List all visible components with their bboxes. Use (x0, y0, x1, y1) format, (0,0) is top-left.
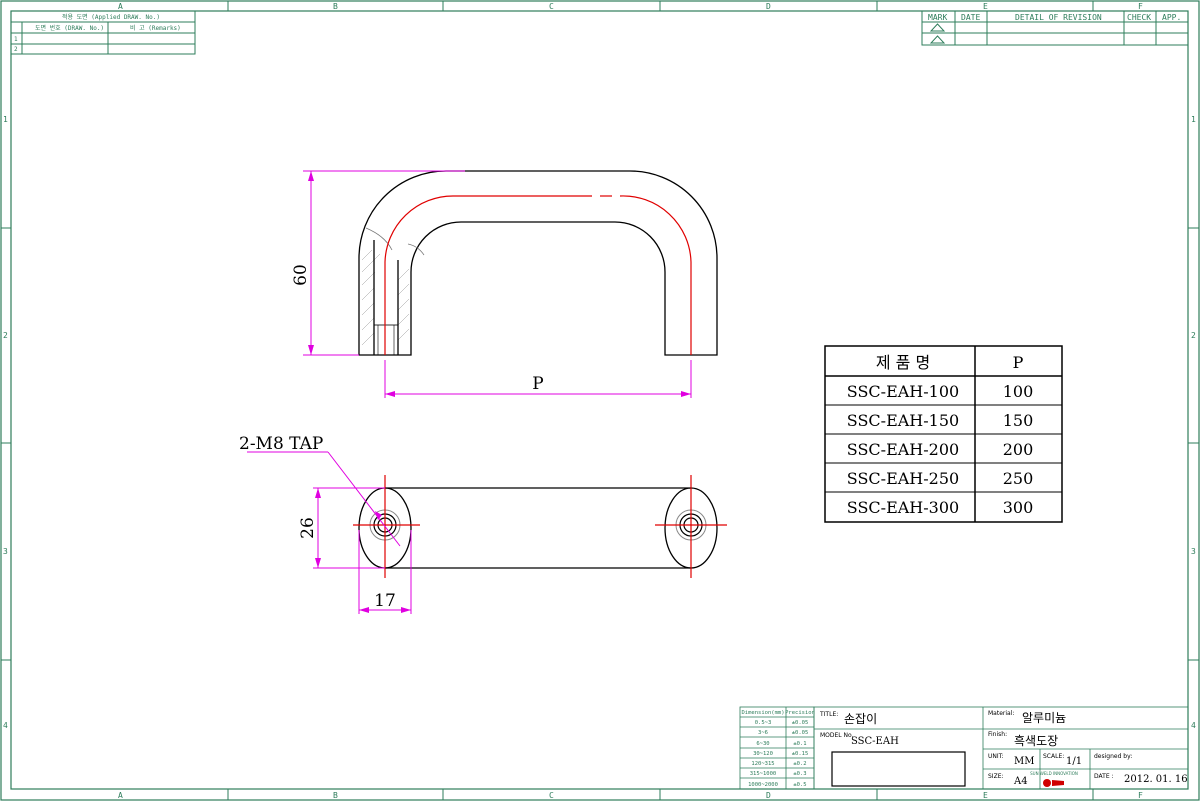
revision-table: MARK DATE DETAIL OF REVISION CHECK APP. (921, 10, 1189, 46)
revision-triangle-icon (929, 35, 946, 44)
row-label-2-right: 2 (1191, 331, 1196, 340)
handle-outline (358, 170, 718, 356)
title-value: 손잡이 (844, 712, 877, 726)
size-value: A4 (1013, 776, 1028, 787)
material-label: Material: (988, 710, 1014, 717)
tol-dim: 0.5~3 (755, 720, 772, 726)
tol-prec: ±0.5 (793, 782, 806, 788)
tol-dim: 1000~2000 (748, 782, 778, 788)
width-dimension: 26 (298, 487, 385, 569)
designed-label: designed by: (1094, 753, 1132, 760)
col-label-f-bottom: F (1138, 791, 1143, 800)
tol-prec: ±0.05 (792, 720, 809, 726)
finish-label: Finish: (988, 731, 1007, 738)
width-dim-label: 26 (298, 517, 318, 539)
product-p-header: P (1013, 353, 1024, 372)
tol-prec-header: Precision (785, 710, 815, 716)
revision-check-header: CHECK (1127, 13, 1151, 22)
tol-dim: 315~1000 (750, 771, 777, 777)
pitch-dim-label: P (532, 374, 543, 394)
product-row-p: 250 (1003, 469, 1034, 488)
unit-label: UNIT: (988, 753, 1004, 760)
tol-dim-header: Dimension(mm) (741, 710, 784, 716)
row-label-3-right: 3 (1191, 547, 1196, 556)
tap-hole-section (373, 324, 399, 356)
logo-dot-icon (1043, 779, 1051, 787)
model-value: SSC-EAH (851, 736, 899, 747)
col-label-e-top: E (983, 2, 988, 11)
col-label-d-bottom: D (766, 791, 771, 800)
col-label-d-top: D (766, 2, 771, 11)
height-dim-label: 60 (291, 264, 311, 286)
offset-dim-label: 17 (374, 591, 396, 611)
revision-mark-header: MARK (928, 13, 947, 22)
product-row-p: 300 (1003, 498, 1034, 517)
logo-shape-icon (1052, 780, 1064, 786)
row-label-4-left: 4 (3, 721, 8, 730)
applied-row-2: 2 (14, 46, 18, 53)
size-label: SIZE: (988, 773, 1004, 780)
row-label-1-right: 1 (1191, 115, 1196, 124)
product-name-header: 제 품 명 (876, 353, 930, 372)
pitch-dimension: P (384, 360, 692, 398)
drawing-sheet: A B C D E F A B C D E F 1 2 3 4 1 2 3 4 … (0, 0, 1200, 801)
revision-triangle-icon (929, 23, 946, 32)
revision-app-header: APP. (1162, 13, 1181, 22)
handle-front-view (358, 170, 718, 356)
tol-dim: 120~315 (751, 761, 774, 767)
company-logo: SUN WELD INNOVATION (1030, 771, 1078, 787)
title-label: TITLE: (819, 711, 838, 718)
logo-text: SUN WELD INNOVATION (1030, 771, 1078, 776)
product-row-name: SSC-EAH-150 (847, 411, 959, 430)
applied-row-1: 1 (14, 36, 18, 43)
applied-drawings-table: 적용 도면 (Applied DRAW. No.) 도면 번호 (DRAW. N… (10, 10, 196, 55)
product-row-name: SSC-EAH-100 (847, 382, 959, 401)
scale-value: 1/1 (1066, 756, 1082, 767)
applied-col-remarks: 비 고 (Remarks) (130, 24, 181, 32)
tol-prec: ±0.15 (792, 751, 809, 757)
title-stamp-box (831, 751, 966, 787)
tol-prec: ±0.3 (793, 771, 806, 777)
unit-value: MM (1014, 756, 1034, 767)
center-line (384, 195, 592, 355)
tol-prec: ±0.05 (792, 730, 809, 736)
applied-header: 적용 도면 (Applied DRAW. No.) (62, 13, 160, 21)
col-label-c-bottom: C (549, 791, 554, 800)
col-label-c-top: C (549, 2, 554, 11)
applied-col-draw-no: 도면 번호 (DRAW. No.) (35, 24, 104, 32)
tol-prec: ±0.2 (793, 761, 806, 767)
revision-date-header: DATE (961, 13, 980, 22)
tol-dim: 6~30 (756, 741, 769, 747)
tol-dim: 3~6 (758, 730, 768, 736)
col-label-b-top: B (333, 2, 338, 11)
product-row-name: SSC-EAH-250 (847, 469, 959, 488)
row-label-2-left: 2 (3, 331, 8, 340)
date-label: DATE : (1094, 773, 1114, 780)
col-label-a-top: A (118, 2, 123, 11)
row-label-4-right: 4 (1191, 721, 1196, 730)
material-value: 알루미늄 (1022, 711, 1066, 725)
tap-label: 2-M8 TAP (239, 434, 323, 454)
row-label-1-left: 1 (3, 115, 8, 124)
handle-bottom-view (353, 475, 727, 578)
revision-detail-header: DETAIL OF REVISION (1015, 13, 1102, 22)
col-label-b-bottom: B (333, 791, 338, 800)
product-row-name: SSC-EAH-200 (847, 440, 959, 459)
model-label: MODEL No. (820, 732, 854, 739)
tol-dim: 30~120 (753, 751, 773, 757)
row-label-3-left: 3 (3, 547, 8, 556)
col-label-a-bottom: A (118, 791, 123, 800)
finish-value: 흑색도장 (1014, 734, 1058, 748)
product-row-name: SSC-EAH-300 (847, 498, 959, 517)
col-label-e-bottom: E (983, 791, 988, 800)
tol-prec: ±0.1 (793, 741, 806, 747)
col-label-f-top: F (1138, 2, 1143, 11)
product-row-p: 200 (1003, 440, 1034, 459)
product-table: 제 품 명 P SSC-EAH-100 100 SSC-EAH-150 150 … (824, 345, 1063, 523)
product-row-p: 100 (1003, 382, 1034, 401)
product-row-p: 150 (1003, 411, 1034, 430)
scale-label: SCALE: (1043, 753, 1064, 760)
date-value: 2012. 01. 16 (1124, 774, 1188, 785)
